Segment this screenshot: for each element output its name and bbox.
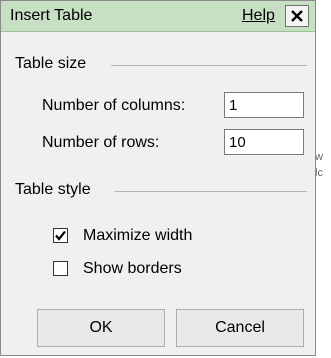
checkmark-icon <box>55 230 66 241</box>
dialog-titlebar: Insert Table Help <box>1 1 315 32</box>
background-text-fragment: w <box>315 151 323 163</box>
show-borders-label: Show borders <box>83 260 182 277</box>
table-size-group-header: Table size <box>15 55 307 75</box>
close-icon <box>291 10 303 22</box>
cancel-button[interactable]: Cancel <box>176 309 304 347</box>
dialog-title: Insert Table <box>10 7 93 24</box>
table-size-group-label: Table size <box>15 55 95 73</box>
close-button[interactable] <box>285 5 309 27</box>
ok-button[interactable]: OK <box>37 309 165 347</box>
insert-table-dialog: Insert Table Help Table size Number of c… <box>0 0 316 356</box>
maximize-width-checkbox[interactable] <box>53 228 68 243</box>
columns-input[interactable] <box>224 92 304 118</box>
table-style-group-header: Table style <box>15 181 307 201</box>
group-divider <box>115 191 307 192</box>
table-style-group-label: Table style <box>15 181 99 199</box>
rows-input[interactable] <box>224 129 304 155</box>
rows-label: Number of rows: <box>42 134 160 151</box>
show-borders-checkbox[interactable] <box>53 261 68 276</box>
help-link[interactable]: Help <box>242 7 275 25</box>
columns-label: Number of columns: <box>42 97 186 114</box>
maximize-width-label: Maximize width <box>83 227 193 244</box>
group-divider <box>111 65 307 66</box>
background-text-fragment: lc <box>315 167 323 179</box>
